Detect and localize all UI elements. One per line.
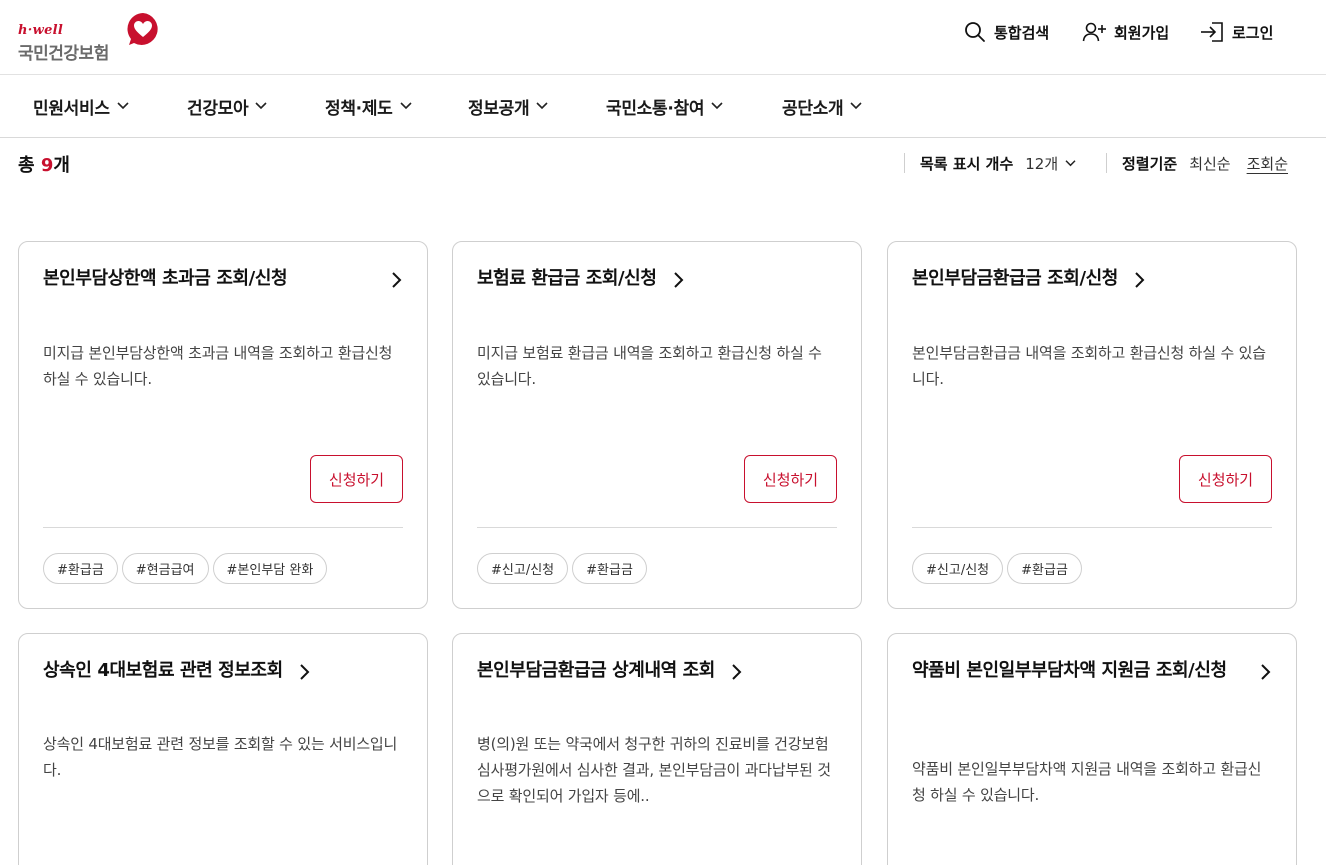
tag[interactable]: #환급금	[43, 553, 118, 584]
chevron-right-icon	[300, 664, 310, 680]
service-card: 상속인 4대보험료 관련 정보조회 상속인 4대보험료 관련 정보를 조회할 수…	[18, 633, 428, 865]
page-size-label: 목록 표시 개수	[920, 154, 1014, 173]
chevron-down-icon	[850, 102, 862, 110]
nav-item-label: 건강모아	[187, 98, 249, 119]
chevron-down-icon	[536, 102, 548, 110]
search-icon	[965, 22, 985, 42]
card-description: 병(의)원 또는 약국에서 청구한 귀하의 진료비를 건강보험심사평가원에서 심…	[477, 735, 831, 805]
chevron-right-icon	[1261, 664, 1271, 680]
card-divider	[477, 527, 837, 528]
logo-wordmark: 국민건강보험	[18, 44, 109, 64]
chevron-down-icon	[399, 102, 412, 110]
join-button[interactable]: 회원가입	[1082, 18, 1169, 46]
chevron-down-icon	[1065, 159, 1076, 166]
card-title-link[interactable]: 보험료 환급금 조회/신청	[477, 266, 837, 292]
integrated-search-button[interactable]: 통합검색	[964, 18, 1049, 46]
divider	[904, 153, 905, 173]
service-card: 본인부담금환급금 상계내역 조회 병(의)원 또는 약국에서 청구한 귀하의 진…	[452, 633, 862, 865]
login-icon	[1201, 22, 1223, 42]
card-title: 본인부담금환급금 상계내역 조회	[477, 660, 715, 681]
nav-item-disclosure[interactable]: 정보공개	[468, 75, 549, 137]
login-label: 로그인	[1232, 23, 1274, 42]
card-title: 약품비 본인일부부담차액 지원금 조회/신청	[912, 660, 1227, 681]
chevron-down-icon	[255, 102, 267, 110]
card-title-link[interactable]: 약품비 본인일부부담차액 지원금 조회/신청	[912, 658, 1272, 684]
divider	[1106, 153, 1107, 173]
chevron-right-icon	[673, 272, 683, 288]
sort-views[interactable]: 조회순	[1247, 153, 1288, 174]
login-button[interactable]: 로그인	[1200, 18, 1273, 46]
tag-list: #신고/신청 #환급금	[477, 553, 647, 584]
nav-item-health[interactable]: 건강모아	[187, 75, 268, 137]
card-description: 상속인 4대보험료 관련 정보를 조회할 수 있는 서비스입니다.	[43, 735, 398, 779]
page-size-control: 목록 표시 개수 12개	[920, 150, 1077, 176]
card-title: 본인부담상한액 초과금 조회/신청	[43, 268, 288, 289]
sort-control: 정렬기준 최신순 조회순	[1122, 150, 1288, 176]
card-title: 보험료 환급금 조회/신청	[477, 268, 657, 289]
join-label: 회원가입	[1114, 23, 1170, 42]
card-title: 본인부담금환급금 조회/신청	[912, 268, 1118, 289]
logo-heart-icon	[127, 13, 158, 45]
chevron-right-icon	[732, 664, 742, 680]
nav-item-label: 국민소통·참여	[606, 98, 705, 119]
total-prefix: 총	[18, 155, 35, 176]
card-divider	[912, 527, 1272, 528]
apply-button[interactable]: 신청하기	[744, 455, 837, 503]
card-title-link[interactable]: 본인부담상한액 초과금 조회/신청	[43, 266, 403, 292]
nav-item-about[interactable]: 공단소개	[782, 75, 863, 137]
card-description: 약품비 본인일부부담차액 지원금 내역을 조회하고 환급신청 하실 수 있습니다…	[912, 760, 1262, 804]
tag[interactable]: #신고/신청	[912, 553, 1004, 584]
apply-button[interactable]: 신청하기	[1179, 455, 1272, 503]
service-card: 본인부담금환급금 조회/신청 본인부담금환급금 내역을 조회하고 환급신청 하실…	[887, 241, 1297, 609]
service-card: 보험료 환급금 조회/신청 미지급 보험료 환급금 내역을 조회하고 환급신청 …	[452, 241, 862, 609]
nav-item-civil-service[interactable]: 민원서비스	[33, 75, 130, 137]
card-title-link[interactable]: 상속인 4대보험료 관련 정보조회	[43, 658, 403, 684]
nav-item-label: 공단소개	[782, 98, 844, 119]
sort-latest[interactable]: 최신순	[1189, 153, 1230, 174]
nav-item-label: 정보공개	[468, 98, 530, 119]
tag[interactable]: #본인부담 완화	[212, 553, 328, 584]
sort-label: 정렬기준	[1122, 154, 1178, 173]
tag-list: #환급금 #현금급여 #본인부담 완화	[43, 553, 328, 584]
card-title-link[interactable]: 본인부담금환급금 조회/신청	[912, 266, 1272, 292]
total-count: 총 9개	[18, 151, 70, 177]
chevron-right-icon	[392, 272, 402, 288]
total-suffix: 개	[53, 155, 70, 176]
apply-button[interactable]: 신청하기	[310, 455, 403, 503]
card-description: 미지급 본인부담상한액 초과금 내역을 조회하고 환급신청 하실 수 있습니다.	[43, 344, 393, 388]
service-card: 본인부담상한액 초과금 조회/신청 미지급 본인부담상한액 초과금 내역을 조회…	[18, 241, 428, 609]
page-size-select[interactable]: 12개	[1025, 153, 1077, 174]
card-description: 본인부담금환급금 내역을 조회하고 환급신청 하실 수 있습니다.	[912, 344, 1266, 388]
site-header: h·well 국민건강보험 통합검색 회원가입 로그인	[0, 0, 1326, 75]
nav-item-label: 민원서비스	[33, 98, 110, 119]
main-navigation: 민원서비스 건강모아 정책·제도 정보공개 국민소통·참여 공단소개	[0, 75, 1326, 138]
nav-item-policy[interactable]: 정책·제도	[325, 75, 413, 137]
card-title: 상속인 4대보험료 관련 정보조회	[43, 660, 283, 681]
chevron-right-icon	[1135, 272, 1145, 288]
service-card: 약품비 본인일부부담차액 지원금 조회/신청 약품비 본인일부부담차액 지원금 …	[887, 633, 1297, 865]
tag[interactable]: #현금급여	[121, 553, 209, 584]
card-description: 미지급 보험료 환급금 내역을 조회하고 환급신청 하실 수 있습니다.	[477, 344, 822, 388]
total-number: 9	[40, 155, 54, 176]
tag[interactable]: #환급금	[1007, 553, 1082, 584]
card-divider	[43, 527, 403, 528]
tag[interactable]: #신고/신청	[477, 553, 569, 584]
logo-tagline: h·well	[18, 23, 64, 38]
chevron-down-icon	[711, 102, 723, 110]
nav-item-participation[interactable]: 국민소통·참여	[606, 75, 724, 137]
integrated-search-label: 통합검색	[994, 23, 1050, 42]
add-user-icon	[1082, 22, 1106, 42]
site-logo[interactable]: h·well 국민건강보험	[18, 12, 168, 64]
chevron-down-icon	[117, 102, 129, 110]
page-size-value: 12개	[1025, 154, 1059, 173]
tag-list: #신고/신청 #환급금	[912, 553, 1082, 584]
nav-item-label: 정책·제도	[325, 98, 393, 119]
card-title-link[interactable]: 본인부담금환급금 상계내역 조회	[477, 658, 837, 684]
tag[interactable]: #환급금	[572, 553, 647, 584]
